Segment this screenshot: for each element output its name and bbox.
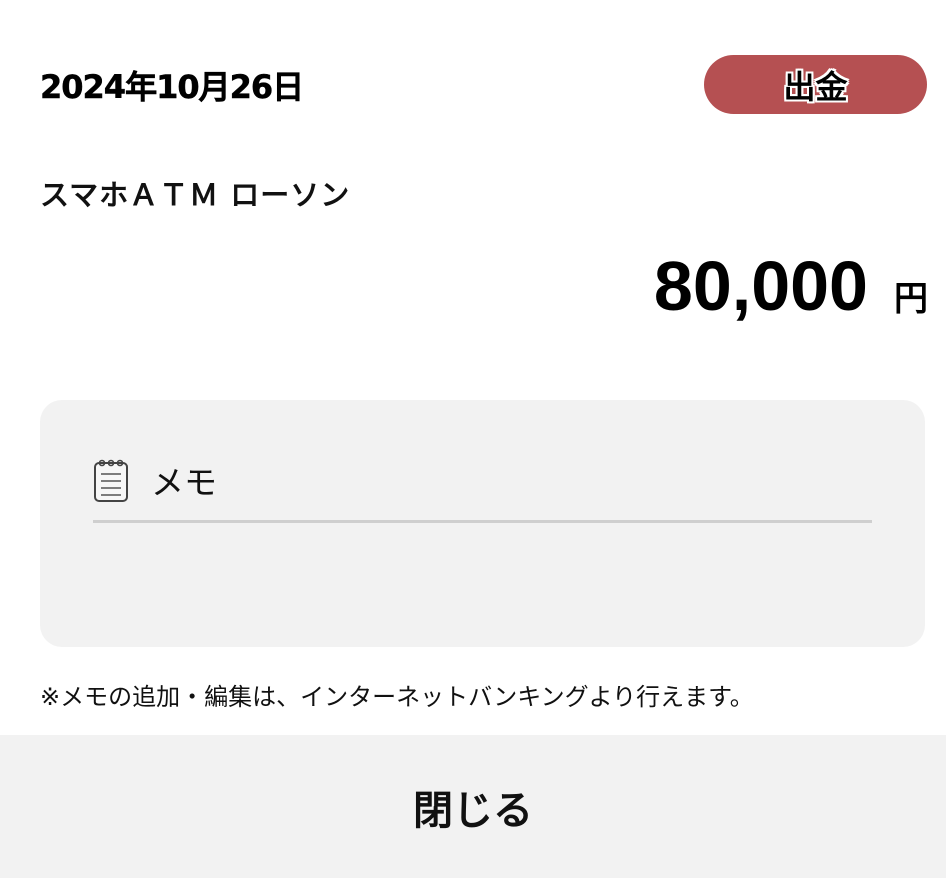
- memo-header: メモ: [93, 456, 217, 504]
- amount-value: 80,000: [653, 247, 868, 325]
- notepad-icon: [93, 457, 129, 503]
- memo-section: メモ: [40, 400, 925, 647]
- withdrawal-badge-label: 出金: [783, 67, 848, 106]
- memo-label: メモ: [151, 463, 217, 502]
- amount-row: 80,000 円: [654, 246, 928, 326]
- transaction-date: 2024年10月26日: [40, 68, 305, 107]
- footer-bar: 閉じる: [0, 735, 946, 878]
- withdrawal-badge: 出金: [704, 55, 927, 114]
- close-button[interactable]: 閉じる: [373, 768, 573, 846]
- memo-divider: [93, 520, 872, 523]
- currency-unit: 円: [894, 279, 928, 319]
- memo-edit-note: ※メモの追加・編集は、インターネットバンキングより行えます。: [40, 683, 754, 711]
- merchant-name: スマホＡＴＭ ローソン: [40, 178, 351, 212]
- transaction-detail-page: 2024年10月26日 出金 スマホＡＴＭ ローソン 80,000 円 メモ ※…: [0, 0, 946, 878]
